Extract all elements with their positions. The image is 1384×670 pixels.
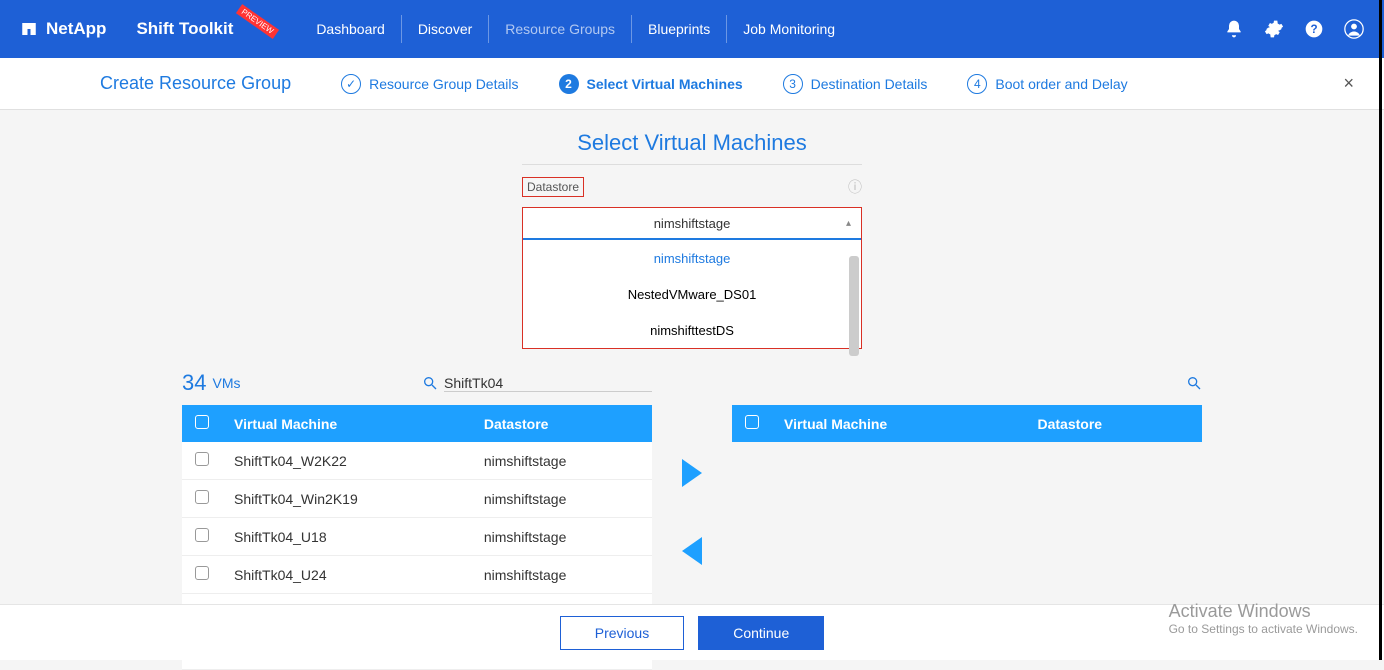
step-2-mark: 2 xyxy=(559,74,579,94)
step-4-label: Boot order and Delay xyxy=(995,76,1127,92)
step-boot-order[interactable]: 4 Boot order and Delay xyxy=(967,74,1127,94)
col-vm: Virtual Machine xyxy=(222,405,472,442)
datastore-label: Datastore xyxy=(522,177,584,197)
cell-ds: nimshiftstage xyxy=(472,556,652,594)
step-3-label: Destination Details xyxy=(811,76,928,92)
step-1-mark: ✓ xyxy=(341,74,361,94)
cell-vm: ShiftTk04_U18 xyxy=(222,518,472,556)
preview-badge: PREVIEW xyxy=(236,4,279,39)
continue-button[interactable]: Continue xyxy=(698,616,824,650)
nav-links: Dashboard Discover Resource Groups Bluep… xyxy=(300,0,851,58)
step-resource-group-details[interactable]: ✓ Resource Group Details xyxy=(341,74,518,94)
dropdown-scrollbar[interactable] xyxy=(849,256,859,356)
table-row[interactable]: ShiftTk04_U18 nimshiftstage xyxy=(182,518,652,556)
row-checkbox[interactable] xyxy=(195,490,209,504)
info-icon[interactable]: ⓘ xyxy=(848,177,862,197)
table-row[interactable]: ShiftTk04_U24 nimshiftstage xyxy=(182,556,652,594)
step-2-label: Select Virtual Machines xyxy=(587,76,743,92)
cell-vm: ShiftTk04_U24 xyxy=(222,556,472,594)
close-icon[interactable]: × xyxy=(1343,73,1354,94)
vm-count-suffix: VMs xyxy=(212,375,240,391)
nav-blueprints[interactable]: Blueprints xyxy=(631,15,726,43)
cell-ds: nimshiftstage xyxy=(472,442,652,480)
netapp-logo-icon xyxy=(20,20,38,38)
brand-name: NetApp xyxy=(46,19,106,39)
col-ds: Datastore xyxy=(472,405,652,442)
nav-dashboard[interactable]: Dashboard xyxy=(300,15,401,43)
select-all-checkbox[interactable] xyxy=(745,415,759,429)
datastore-option[interactable]: NestedVMware_DS01 xyxy=(523,276,861,312)
search-icon[interactable] xyxy=(422,375,438,391)
step-3-mark: 3 xyxy=(783,74,803,94)
user-icon[interactable] xyxy=(1344,19,1364,39)
col-vm: Virtual Machine xyxy=(772,405,1025,442)
datastore-options: nimshiftstage NestedVMware_DS01 nimshift… xyxy=(523,240,861,348)
cell-vm: ShiftTk04_W2K22 xyxy=(222,442,472,480)
brand: NetApp xyxy=(20,19,136,39)
table-row[interactable]: ShiftTk04_Win2K19 nimshiftstage xyxy=(182,480,652,518)
title-underline xyxy=(522,164,862,165)
move-left-button[interactable] xyxy=(682,537,702,565)
previous-button[interactable]: Previous xyxy=(560,616,684,650)
step-4-mark: 4 xyxy=(967,74,987,94)
col-ds: Datastore xyxy=(1025,405,1202,442)
row-checkbox[interactable] xyxy=(195,566,209,580)
step-destination-details[interactable]: 3 Destination Details xyxy=(783,74,928,94)
bell-icon[interactable] xyxy=(1224,19,1244,39)
step-select-vms[interactable]: 2 Select Virtual Machines xyxy=(559,74,743,94)
vm-search-input[interactable] xyxy=(444,375,652,392)
selected-vm-table: Virtual Machine Datastore xyxy=(732,405,1202,442)
vm-count: 34 xyxy=(182,370,206,396)
search-icon[interactable] xyxy=(1186,375,1202,391)
datastore-selected[interactable]: nimshiftstage xyxy=(523,208,861,240)
nav-resource-groups[interactable]: Resource Groups xyxy=(488,15,631,43)
move-right-button[interactable] xyxy=(682,459,702,487)
top-nav: NetApp Shift Toolkit PREVIEW Dashboard D… xyxy=(0,0,1384,58)
cell-vm: ShiftTk04_Win2K19 xyxy=(222,480,472,518)
row-checkbox[interactable] xyxy=(195,528,209,542)
cell-ds: nimshiftstage xyxy=(472,518,652,556)
datastore-option[interactable]: nimshiftstage xyxy=(523,240,861,276)
table-row[interactable]: ShiftTk04_W2K22 nimshiftstage xyxy=(182,442,652,480)
datastore-option[interactable]: nimshifttestDS xyxy=(523,312,861,348)
nav-job-monitoring[interactable]: Job Monitoring xyxy=(726,15,851,43)
step-1-label: Resource Group Details xyxy=(369,76,518,92)
nav-discover[interactable]: Discover xyxy=(401,15,488,43)
page-title: Select Virtual Machines xyxy=(0,130,1384,156)
select-all-checkbox[interactable] xyxy=(195,415,209,429)
window-border xyxy=(1379,0,1382,660)
stepper-title: Create Resource Group xyxy=(100,73,291,94)
svg-text:?: ? xyxy=(1310,23,1317,36)
help-icon[interactable]: ? xyxy=(1304,19,1324,39)
wizard-stepper: Create Resource Group ✓ Resource Group D… xyxy=(0,58,1384,110)
wizard-footer: Previous Continue xyxy=(0,604,1384,660)
row-checkbox[interactable] xyxy=(195,452,209,466)
toolkit-name: Shift Toolkit xyxy=(136,19,233,39)
datastore-select[interactable]: nimshiftstage nimshiftstage NestedVMware… xyxy=(522,207,862,349)
gear-icon[interactable] xyxy=(1264,19,1284,39)
cell-ds: nimshiftstage xyxy=(472,480,652,518)
